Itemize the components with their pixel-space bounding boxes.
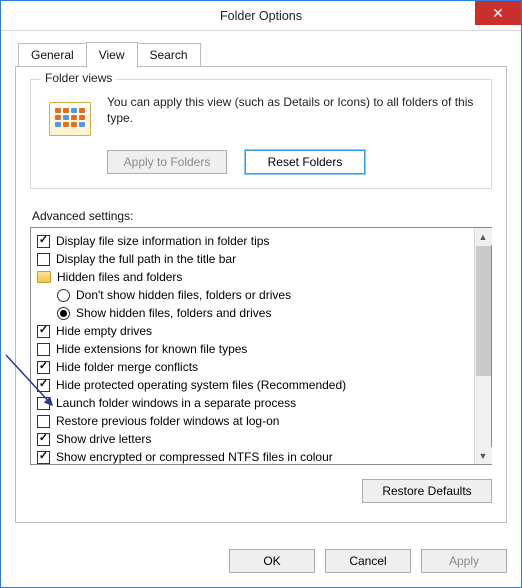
checkbox-icon[interactable] bbox=[37, 433, 50, 446]
ok-button[interactable]: OK bbox=[229, 549, 315, 573]
reset-folders-button[interactable]: Reset Folders bbox=[245, 150, 365, 174]
list-item[interactable]: Show hidden files, folders and drives bbox=[37, 304, 470, 322]
list-item-label: Hide folder merge conflicts bbox=[56, 360, 198, 374]
close-button[interactable]: ✕ bbox=[475, 1, 521, 25]
list-item-label: Hide protected operating system files (R… bbox=[56, 378, 346, 392]
restore-defaults-button[interactable]: Restore Defaults bbox=[362, 479, 492, 503]
list-item[interactable]: Don't show hidden files, folders or driv… bbox=[37, 286, 470, 304]
radio-icon[interactable] bbox=[57, 307, 70, 320]
list-item-label: Show encrypted or compressed NTFS files … bbox=[56, 450, 333, 464]
scrollbar[interactable]: ▲ ▼ bbox=[474, 228, 491, 464]
checkbox-icon[interactable] bbox=[37, 397, 50, 410]
client-area: General View Search Folder views bbox=[1, 31, 521, 537]
scroll-down-icon[interactable]: ▼ bbox=[475, 447, 492, 464]
dialog-buttons: OK Cancel Apply bbox=[1, 537, 521, 587]
tab-panel-view: Folder views You can apply this view (su… bbox=[15, 66, 507, 523]
list-item-label: Hidden files and folders bbox=[57, 270, 182, 284]
checkbox-icon[interactable] bbox=[37, 343, 50, 356]
scroll-thumb[interactable] bbox=[476, 246, 491, 376]
list-item[interactable]: Show drive letters bbox=[37, 430, 470, 448]
list-item[interactable]: Hide protected operating system files (R… bbox=[37, 376, 470, 394]
titlebar: Folder Options ✕ bbox=[1, 1, 521, 31]
checkbox-icon[interactable] bbox=[37, 415, 50, 428]
list-item-label: Hide empty drives bbox=[56, 324, 152, 338]
list-item-label: Launch folder windows in a separate proc… bbox=[56, 396, 296, 410]
tab-view[interactable]: View bbox=[86, 42, 138, 68]
folder-views-desc: You can apply this view (such as Details… bbox=[107, 94, 479, 126]
close-icon: ✕ bbox=[492, 5, 504, 22]
list-item-label: Restore previous folder windows at log-o… bbox=[56, 414, 279, 428]
window-title: Folder Options bbox=[220, 9, 302, 23]
checkbox-icon[interactable] bbox=[37, 361, 50, 374]
list-item-label: Display the full path in the title bar bbox=[56, 252, 236, 266]
checkbox-icon[interactable] bbox=[37, 451, 50, 464]
list-item[interactable]: Hide empty drives bbox=[37, 322, 470, 340]
list-item[interactable]: Hide extensions for known file types bbox=[37, 340, 470, 358]
list-item[interactable]: Restore previous folder windows at log-o… bbox=[37, 412, 470, 430]
checkbox-icon[interactable] bbox=[37, 379, 50, 392]
cancel-button[interactable]: Cancel bbox=[325, 549, 411, 573]
tabs: General View Search bbox=[15, 41, 507, 67]
radio-icon[interactable] bbox=[57, 289, 70, 302]
list-item[interactable]: Hidden files and folders bbox=[37, 268, 470, 286]
list-item[interactable]: Show encrypted or compressed NTFS files … bbox=[37, 448, 470, 464]
checkbox-icon[interactable] bbox=[37, 235, 50, 248]
advanced-settings-label: Advanced settings: bbox=[32, 209, 492, 223]
advanced-settings-list: Display file size information in folder … bbox=[30, 227, 492, 465]
folder-options-window: Folder Options ✕ General View Search Fol… bbox=[0, 0, 522, 588]
list-item-label: Show drive letters bbox=[56, 432, 151, 446]
checkbox-icon[interactable] bbox=[37, 253, 50, 266]
list-item[interactable]: Display the full path in the title bar bbox=[37, 250, 470, 268]
folder-icon bbox=[37, 271, 51, 283]
scroll-track[interactable] bbox=[475, 377, 491, 447]
list-item[interactable]: Hide folder merge conflicts bbox=[37, 358, 470, 376]
scroll-up-icon[interactable]: ▲ bbox=[475, 228, 492, 245]
checkbox-icon[interactable] bbox=[37, 325, 50, 338]
list-item-label: Hide extensions for known file types bbox=[56, 342, 247, 356]
tab-search[interactable]: Search bbox=[137, 43, 201, 67]
tab-general[interactable]: General bbox=[18, 43, 87, 67]
list-content: Display file size information in folder … bbox=[31, 228, 474, 464]
list-item-label: Don't show hidden files, folders or driv… bbox=[76, 288, 291, 302]
apply-to-folders-button[interactable]: Apply to Folders bbox=[107, 150, 227, 174]
folder-views-group: Folder views You can apply this view (su… bbox=[30, 79, 492, 189]
list-item[interactable]: Launch folder windows in a separate proc… bbox=[37, 394, 470, 412]
folder-views-icon bbox=[49, 98, 93, 138]
folder-views-legend: Folder views bbox=[41, 71, 116, 85]
list-item-label: Display file size information in folder … bbox=[56, 234, 269, 248]
list-item[interactable]: Display file size information in folder … bbox=[37, 232, 470, 250]
apply-button[interactable]: Apply bbox=[421, 549, 507, 573]
list-item-label: Show hidden files, folders and drives bbox=[76, 306, 271, 320]
